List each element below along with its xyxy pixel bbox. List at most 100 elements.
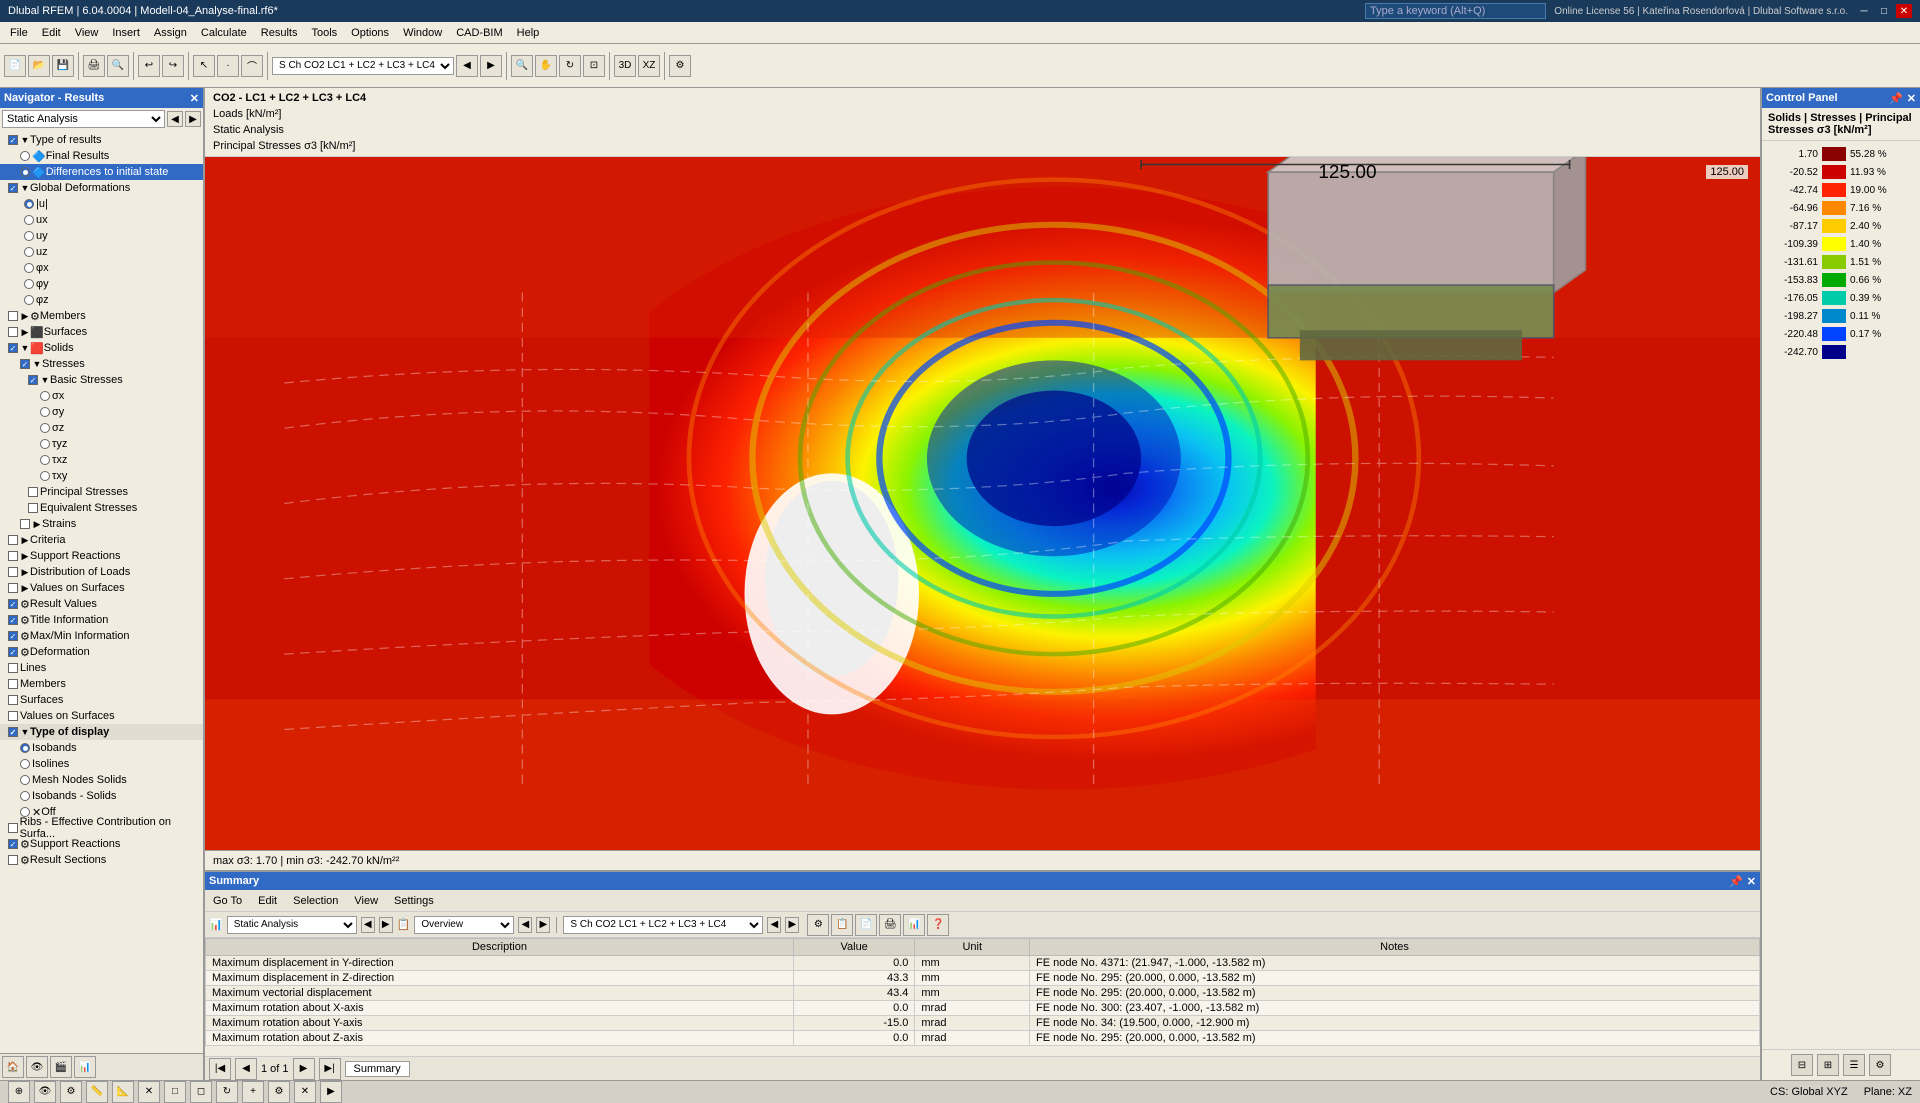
menu-window[interactable]: Window xyxy=(397,25,448,41)
rb-phiz[interactable] xyxy=(24,295,34,305)
cb-stresses[interactable]: ✓ xyxy=(20,359,30,369)
cb-support2[interactable]: ✓ xyxy=(8,839,18,849)
summary-next2[interactable]: ▶ xyxy=(536,917,550,933)
tree-values-surf2[interactable]: Values on Surfaces xyxy=(0,708,203,724)
search-box[interactable]: Type a keyword (Alt+Q) xyxy=(1365,3,1546,19)
node-btn[interactable]: · xyxy=(217,55,239,77)
menu-tools[interactable]: Tools xyxy=(305,25,343,41)
tree-support-reactions[interactable]: ▶ Support Reactions xyxy=(0,548,203,564)
summary-lc-combo[interactable]: S Ch CO2 LC1 + LC2 + LC3 + LC4 xyxy=(563,916,763,934)
rb-phiy[interactable] xyxy=(24,279,34,289)
summary-settings[interactable]: Settings xyxy=(390,893,438,909)
cb-criteria[interactable] xyxy=(8,535,18,545)
summary-tab[interactable]: Summary xyxy=(345,1061,410,1077)
nav-icon-4[interactable]: 📊 xyxy=(74,1056,96,1078)
tree-uz[interactable]: uz xyxy=(0,244,203,260)
bs-13[interactable]: ▶ xyxy=(320,1081,342,1103)
cb-lines[interactable] xyxy=(8,663,18,673)
rb-isobands[interactable] xyxy=(20,743,30,753)
tree-type-display[interactable]: ✓ ▼ Type of display xyxy=(0,724,203,740)
tree-result-sections[interactable]: ⚙ Result Sections xyxy=(0,852,203,868)
tree-surfaces2[interactable]: Surfaces xyxy=(0,692,203,708)
tree-isolines[interactable]: Isolines xyxy=(0,756,203,772)
cb-maxmin[interactable]: ✓ xyxy=(8,631,18,641)
tree-phiy[interactable]: φy xyxy=(0,276,203,292)
bs-10[interactable]: + xyxy=(242,1081,264,1103)
tree-final-results[interactable]: 🔷 Final Results xyxy=(0,148,203,164)
tb-s5[interactable]: 📊 xyxy=(903,914,925,936)
rb-uy[interactable] xyxy=(24,231,34,241)
rb-ux[interactable] xyxy=(24,215,34,225)
undo-btn[interactable]: ↩ xyxy=(138,55,160,77)
nav-icon-2[interactable]: 👁 xyxy=(26,1056,48,1078)
viewport[interactable]: 125.00 125.00 xyxy=(205,157,1760,850)
cb-title-info[interactable]: ✓ xyxy=(8,615,18,625)
tree-values-surfaces[interactable]: ▶ Values on Surfaces xyxy=(0,580,203,596)
summary-pin-btn[interactable]: 📌 xyxy=(1729,875,1743,888)
menu-assign[interactable]: Assign xyxy=(148,25,193,41)
prev-lc-btn[interactable]: ◀ xyxy=(456,55,478,77)
cb-solids[interactable]: ✓ xyxy=(8,343,18,353)
cb-result-sections[interactable] xyxy=(8,855,18,865)
cp-pin-btn[interactable]: 📌 xyxy=(1889,92,1903,105)
cb-type-results[interactable]: ✓ xyxy=(8,135,18,145)
rb-txz[interactable] xyxy=(40,455,50,465)
tb-s2[interactable]: 📋 xyxy=(831,914,853,936)
rb-isolines[interactable] xyxy=(20,759,30,769)
fit-btn[interactable]: ⊡ xyxy=(583,55,605,77)
tree-strains[interactable]: ▶ Strains xyxy=(0,516,203,532)
close-btn[interactable]: ✕ xyxy=(1896,4,1912,18)
rb-mesh[interactable] xyxy=(20,775,30,785)
minimize-btn[interactable]: ─ xyxy=(1856,4,1872,18)
cb-result-values[interactable]: ✓ xyxy=(8,599,18,609)
summary-overview-dropdown[interactable]: Overview xyxy=(414,916,514,934)
cb-principal[interactable] xyxy=(28,487,38,497)
nav-icon-1[interactable]: 🏠 xyxy=(2,1056,24,1078)
lc-next[interactable]: ▶ xyxy=(785,917,799,933)
bs-8[interactable]: ◻ xyxy=(190,1081,212,1103)
cp-icon-4[interactable]: ⚙ xyxy=(1869,1054,1891,1076)
summary-goto[interactable]: Go To xyxy=(209,893,246,909)
summary-next[interactable]: ▶ xyxy=(379,917,393,933)
menu-file[interactable]: File xyxy=(4,25,34,41)
bs-11[interactable]: ⚙ xyxy=(268,1081,290,1103)
tree-principal[interactable]: Principal Stresses xyxy=(0,484,203,500)
zoom-btn[interactable]: 🔍 xyxy=(511,55,533,77)
tree-sz[interactable]: σz xyxy=(0,420,203,436)
cb-values-surf[interactable] xyxy=(8,583,18,593)
tree-diff-initial[interactable]: 🔷 Differences to initial state xyxy=(0,164,203,180)
cb-surf2[interactable] xyxy=(8,695,18,705)
cb-type-display[interactable]: ✓ xyxy=(8,727,18,737)
menu-options[interactable]: Options xyxy=(345,25,395,41)
tree-sx[interactable]: σx xyxy=(0,388,203,404)
tree-surfaces[interactable]: ▶ ⬛ Surfaces xyxy=(0,324,203,340)
rb-final[interactable] xyxy=(20,151,30,161)
tree-sy[interactable]: σy xyxy=(0,404,203,420)
menu-help[interactable]: Help xyxy=(511,25,546,41)
tree-members2[interactable]: Members xyxy=(0,676,203,692)
tree-lines[interactable]: Lines xyxy=(0,660,203,676)
bs-1[interactable]: ⊕ xyxy=(8,1081,30,1103)
bs-6[interactable]: ✕ xyxy=(138,1081,160,1103)
open-btn[interactable]: 📂 xyxy=(28,55,50,77)
menu-insert[interactable]: Insert xyxy=(106,25,146,41)
print-prev-btn[interactable]: 🔍 xyxy=(107,55,129,77)
tree-txz[interactable]: τxz xyxy=(0,452,203,468)
tree-uy[interactable]: uy xyxy=(0,228,203,244)
rb-u[interactable] xyxy=(24,199,34,209)
menu-calculate[interactable]: Calculate xyxy=(195,25,253,41)
tree-dist-loads[interactable]: ▶ Distribution of Loads xyxy=(0,564,203,580)
bs-9[interactable]: ↻ xyxy=(216,1081,238,1103)
nav-close-btn[interactable]: ✕ xyxy=(190,92,199,105)
menu-cad-bim[interactable]: CAD-BIM xyxy=(450,25,508,41)
next-page-btn[interactable]: ▶ xyxy=(293,1058,315,1080)
tree-txy[interactable]: τxy xyxy=(0,468,203,484)
tree-maxmin[interactable]: ✓ ⚙ Max/Min Information xyxy=(0,628,203,644)
bs-3[interactable]: ⚙ xyxy=(60,1081,82,1103)
menu-view[interactable]: View xyxy=(69,25,105,41)
maximize-btn[interactable]: □ xyxy=(1876,4,1892,18)
nav-dropdown[interactable]: Static Analysis xyxy=(2,110,165,128)
cb-members2[interactable] xyxy=(8,679,18,689)
menu-results[interactable]: Results xyxy=(255,25,304,41)
summary-analysis-dropdown[interactable]: Static Analysis xyxy=(227,916,357,934)
